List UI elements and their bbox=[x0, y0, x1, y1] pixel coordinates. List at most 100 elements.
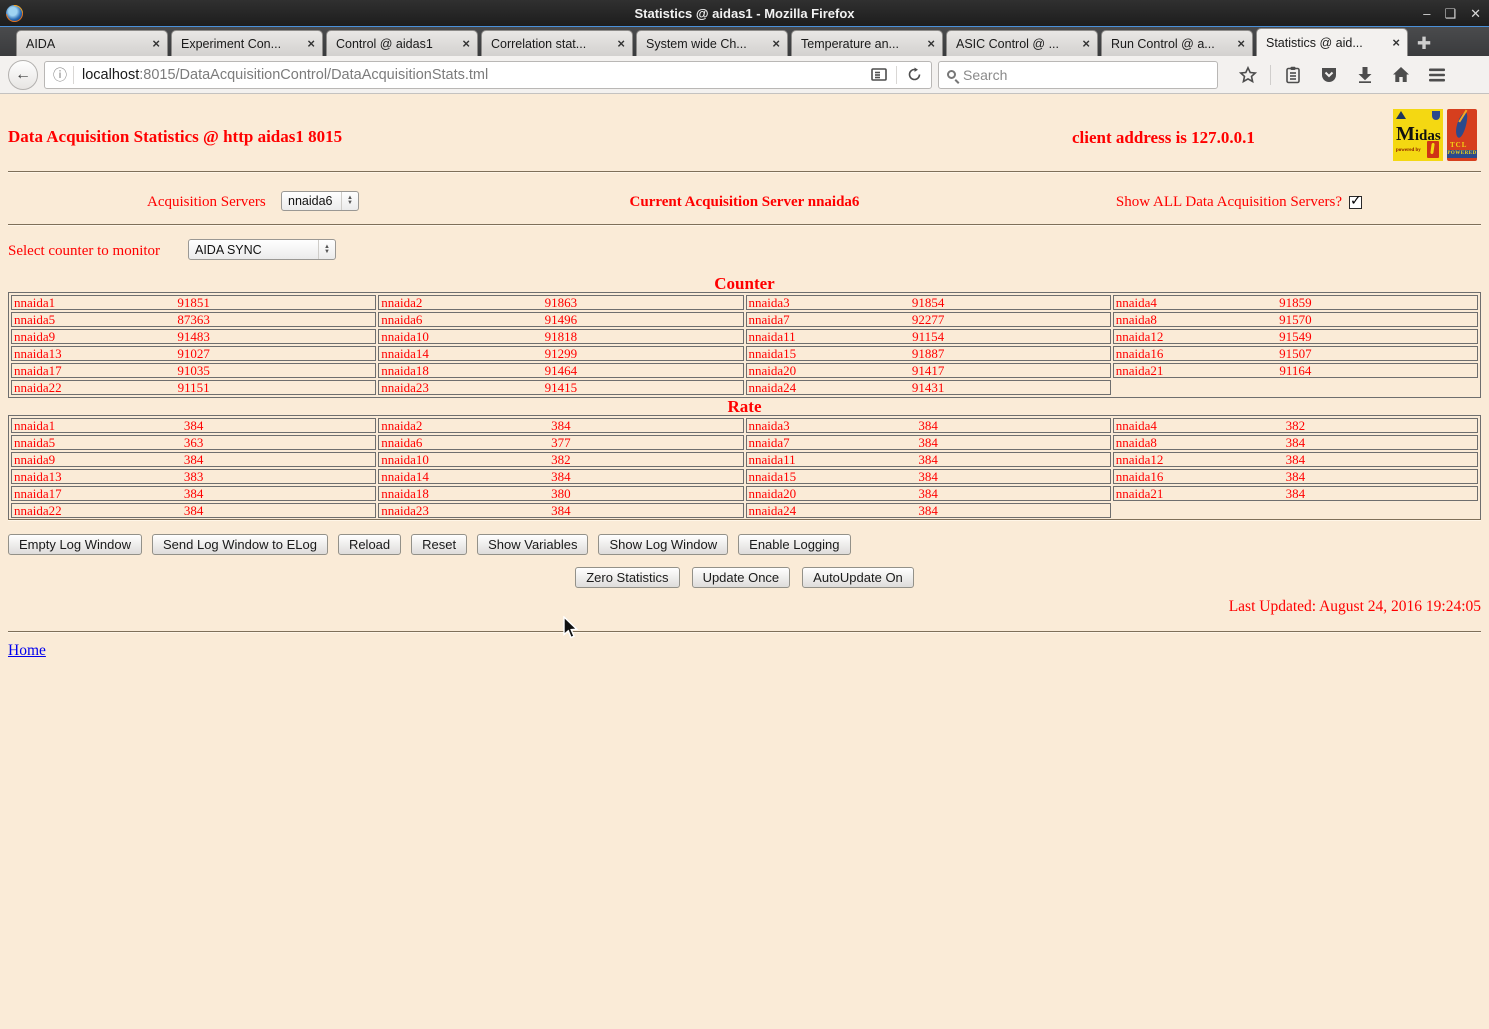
stat-value: 91859 bbox=[1279, 295, 1312, 310]
stat-value: 384 bbox=[183, 452, 204, 467]
url-text[interactable]: localhost:8015/DataAcquisitionControl/Da… bbox=[82, 67, 866, 83]
server-name: nnaida15 bbox=[748, 469, 797, 484]
menu-hamburger-icon[interactable] bbox=[1423, 62, 1451, 88]
send-log-window-to-elog-button[interactable]: Send Log Window to ELog bbox=[152, 534, 328, 555]
stat-cell-nnaida12: nnaida12 91549 bbox=[1112, 329, 1478, 344]
stat-cell-nnaida23: nnaida23 384 bbox=[378, 503, 744, 518]
tab-control-aidas1[interactable]: Control @ aidas1 × bbox=[326, 30, 478, 56]
server-name: nnaida3 bbox=[748, 295, 790, 310]
stat-cell-nnaida16: nnaida16 91507 bbox=[1112, 346, 1478, 361]
stat-value: 91496 bbox=[544, 312, 578, 327]
zero-statistics-button[interactable]: Zero Statistics bbox=[575, 567, 680, 588]
server-name: nnaida1 bbox=[14, 295, 56, 310]
new-tab-button[interactable]: ✚ bbox=[1411, 32, 1437, 56]
stat-value: 91851 bbox=[177, 295, 210, 310]
tab-aida[interactable]: AIDA × bbox=[16, 30, 168, 56]
divider bbox=[8, 519, 1481, 521]
tab-asic-control[interactable]: ASIC Control @ ... × bbox=[946, 30, 1098, 56]
tab-label: Run Control @ a... bbox=[1111, 36, 1215, 51]
stat-value: 384 bbox=[1285, 435, 1306, 450]
tab-experiment-con[interactable]: Experiment Con... × bbox=[171, 30, 323, 56]
reload-button[interactable]: Reload bbox=[337, 534, 402, 555]
stat-value: 384 bbox=[1285, 486, 1306, 501]
stat-value: 91027 bbox=[177, 346, 210, 361]
home-icon[interactable] bbox=[1387, 62, 1415, 88]
page-info-icon[interactable]: ⓘ bbox=[53, 65, 67, 85]
reader-mode-icon[interactable] bbox=[866, 64, 892, 86]
stat-value: 382 bbox=[1285, 418, 1306, 433]
tab-temperature-an[interactable]: Temperature an... × bbox=[791, 30, 943, 56]
tab-close-icon[interactable]: × bbox=[772, 36, 780, 51]
window-titlebar: Statistics @ aidas1 - Mozilla Firefox – … bbox=[0, 0, 1489, 27]
server-name: nnaida13 bbox=[14, 346, 62, 361]
bookmark-star-icon[interactable] bbox=[1234, 62, 1262, 88]
tab-close-icon[interactable]: × bbox=[462, 36, 470, 51]
stat-value: 384 bbox=[183, 418, 204, 433]
stat-value: 91151 bbox=[177, 380, 210, 395]
table-row: nnaida5 87363 nnaida6 91496 nnaida7 92277 nnai… bbox=[11, 312, 1478, 327]
window-title: Statistics @ aidas1 - Mozilla Firefox bbox=[634, 5, 855, 21]
reload-icon[interactable] bbox=[901, 64, 927, 86]
tab-close-icon[interactable]: × bbox=[617, 36, 625, 51]
counter-monitor-select[interactable]: AIDA SYNC ▲ ▼ bbox=[188, 239, 336, 260]
show-variables-button[interactable]: Show Variables bbox=[477, 534, 589, 555]
stat-cell-nnaida17: nnaida17 384 bbox=[11, 486, 377, 501]
server-name: nnaida17 bbox=[14, 486, 62, 501]
stat-cell-nnaida4: nnaida4 91859 bbox=[1112, 295, 1478, 310]
update-buttons-row: Zero Statistics Update Once AutoUpdate On bbox=[0, 567, 1489, 588]
tcl-powered-logo[interactable]: TCL POWERED bbox=[1447, 109, 1477, 161]
autoupdate-on-button[interactable]: AutoUpdate On bbox=[802, 567, 914, 588]
url-host: localhost bbox=[82, 66, 140, 83]
tab-close-icon[interactable]: × bbox=[1392, 35, 1400, 50]
back-button[interactable]: ← bbox=[8, 59, 38, 90]
maximize-button[interactable]: ❑ bbox=[1444, 7, 1456, 20]
stat-cell-nnaida15: nnaida15 384 bbox=[745, 469, 1111, 484]
empty-log-window-button[interactable]: Empty Log Window bbox=[8, 534, 142, 555]
stat-cell-nnaida22: nnaida22 91151 bbox=[11, 380, 377, 395]
tab-close-icon[interactable]: × bbox=[152, 36, 160, 51]
show-log-window-button[interactable]: Show Log Window bbox=[598, 534, 729, 555]
minimize-button[interactable]: – bbox=[1423, 7, 1430, 20]
stat-cell-nnaida1: nnaida1 384 bbox=[11, 418, 377, 433]
search-icon bbox=[947, 70, 956, 79]
update-once-button[interactable]: Update Once bbox=[691, 567, 791, 588]
tab-close-icon[interactable]: × bbox=[307, 36, 315, 51]
stat-cell-nnaida13: nnaida13 383 bbox=[11, 469, 377, 484]
server-name: nnaida7 bbox=[748, 435, 790, 450]
tcl-feather-icon bbox=[1454, 111, 1469, 139]
server-name: nnaida3 bbox=[748, 418, 790, 433]
table-row: nnaida1 384 nnaida2 384 nnaida3 384 nnaida4 382 bbox=[11, 418, 1478, 433]
tab-close-icon[interactable]: × bbox=[1237, 36, 1245, 51]
search-bar[interactable]: Search bbox=[938, 60, 1218, 89]
tab-run-control-a[interactable]: Run Control @ a... × bbox=[1101, 30, 1253, 56]
home-link[interactable]: Home bbox=[8, 642, 46, 660]
tab-correlation-stat[interactable]: Correlation stat... × bbox=[481, 30, 633, 56]
stat-cell-nnaida2: nnaida2 384 bbox=[378, 418, 744, 433]
divider bbox=[8, 631, 1481, 633]
server-name: nnaida4 bbox=[1115, 295, 1157, 310]
stat-cell-nnaida12: nnaida12 384 bbox=[1112, 452, 1478, 467]
pocket-icon[interactable] bbox=[1315, 62, 1343, 88]
enable-logging-button[interactable]: Enable Logging bbox=[738, 534, 851, 555]
tab-close-icon[interactable]: × bbox=[927, 36, 935, 51]
url-bar[interactable]: ⓘ localhost:8015/DataAcquisitionControl/… bbox=[44, 60, 932, 89]
stat-cell-nnaida2: nnaida2 91863 bbox=[378, 295, 744, 310]
tab-statistics-aid[interactable]: Statistics @ aid... × bbox=[1256, 28, 1408, 56]
tab-system-wide-ch[interactable]: System wide Ch... × bbox=[636, 30, 788, 56]
stat-value: 380 bbox=[551, 486, 571, 501]
tab-close-icon[interactable]: × bbox=[1082, 36, 1090, 51]
download-icon[interactable] bbox=[1351, 62, 1379, 88]
reset-button[interactable]: Reset bbox=[411, 534, 468, 555]
counter-selected-value: AIDA SYNC bbox=[195, 242, 262, 257]
stat-value: 363 bbox=[183, 435, 204, 450]
navigation-toolbar: ← ⓘ localhost:8015/DataAcquisitionContro… bbox=[0, 56, 1489, 94]
stat-value: 91431 bbox=[911, 380, 945, 395]
close-button[interactable]: ✕ bbox=[1470, 7, 1481, 20]
bookmarks-clipboard-icon[interactable] bbox=[1279, 62, 1307, 88]
midas-logo[interactable]: Midas powered by bbox=[1393, 109, 1443, 161]
tcl-powered-text: POWERED bbox=[1447, 150, 1477, 158]
stat-value: 382 bbox=[551, 452, 571, 467]
server-name: nnaida14 bbox=[381, 346, 429, 361]
show-all-servers-checkbox[interactable] bbox=[1349, 193, 1362, 209]
server-name: nnaida21 bbox=[1115, 486, 1164, 501]
